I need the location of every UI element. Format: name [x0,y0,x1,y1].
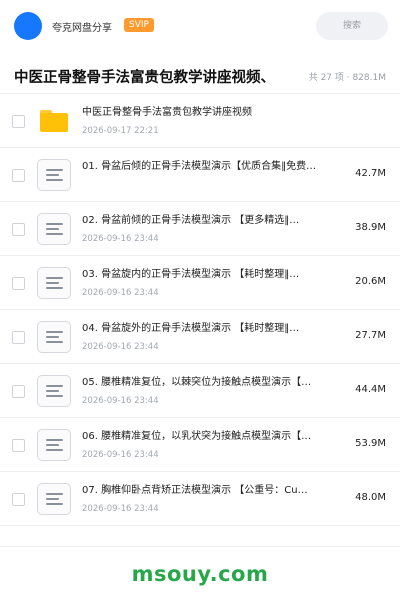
file-date: 2026-09-16 23:44 [82,234,159,244]
list-item[interactable]: 02. 骨盆前倾的正骨手法模型演示 【更多精选‖… 2026-09-16 23:… [0,202,400,256]
watermark: msouy.com [131,562,269,586]
avatar[interactable] [14,12,42,40]
file-name: 01. 骨盆后倾的正骨手法模型演示【优质合集‖免费… [82,161,317,172]
list-item-folder[interactable]: 中医正骨整骨手法富贵包教学讲座视频 2026-09-17 22:21 [0,94,400,148]
checkbox[interactable] [12,169,25,182]
file-name: 03. 骨盆旋内的正骨手法模型演示 【耗时整理‖… [82,269,300,280]
top-bar: 夸克网盘分享 SVIP 搜索 [0,0,400,52]
list-item[interactable]: 03. 骨盆旋内的正骨手法模型演示 【耗时整理‖… 2026-09-16 23:… [0,256,400,310]
list-item[interactable]: 07. 胸椎仰卧点背矫正法模型演示 【公重号：Cu… 2026-09-16 23… [0,472,400,526]
file-date: 2026-09-16 23:44 [82,396,159,406]
file-size: 27.7M [355,330,386,341]
checkbox[interactable] [12,385,25,398]
list-item[interactable]: 06. 腰椎精准复位，以乳状突为接触点模型演示【… 2026-09-16 23:… [0,418,400,472]
svip-badge: SVIP [124,18,154,32]
file-name: 07. 胸椎仰卧点背矫正法模型演示 【公重号：Cu… [82,485,308,496]
file-date: 2026-09-16 23:44 [82,342,159,352]
document-icon [37,267,71,299]
file-size: 38.9M [355,222,386,233]
file-date: 2026-09-16 23:44 [82,288,159,298]
checkbox[interactable] [12,493,25,506]
list-item[interactable]: 01. 骨盆后倾的正骨手法模型演示【优质合集‖免费… 42.7M [0,148,400,202]
file-list: 中医正骨整骨手法富贵包教学讲座视频 2026-09-17 22:21 01. 骨… [0,94,400,526]
file-date: 2026-09-16 23:44 [82,450,159,460]
document-icon [37,429,71,461]
file-size: 48.0M [355,492,386,503]
page-title: 中医正骨整骨手法富贵包教学讲座视频、 [14,70,275,86]
file-name: 05. 腰椎精准复位，以棘突位为接触点模型演示【… [82,377,312,388]
item-count-summary: 共 27 项 · 828.1M [308,73,386,83]
file-date: 2026-09-17 22:21 [82,126,159,136]
file-name: 06. 腰椎精准复位，以乳状突为接触点模型演示【… [82,431,312,442]
checkbox[interactable] [12,277,25,290]
list-item[interactable]: 04. 骨盆旋外的正骨手法模型演示 【耗时整理‖… 2026-09-16 23:… [0,310,400,364]
file-name: 04. 骨盆旋外的正骨手法模型演示 【耗时整理‖… [82,323,300,334]
document-icon [37,321,71,353]
document-icon [37,159,71,191]
file-size: 42.7M [355,168,386,179]
list-item[interactable]: 05. 腰椎精准复位，以棘突位为接触点模型演示【… 2026-09-16 23:… [0,364,400,418]
file-size: 44.4M [355,384,386,395]
document-icon [37,483,71,515]
search-input[interactable]: 搜索 [316,12,388,40]
folder-icon [40,110,68,132]
document-icon [37,213,71,245]
footer-divider [0,546,400,547]
checkbox[interactable] [12,115,25,128]
document-icon [37,375,71,407]
checkbox[interactable] [12,223,25,236]
file-size: 53.9M [355,438,386,449]
file-name: 02. 骨盆前倾的正骨手法模型演示 【更多精选‖… [82,215,300,226]
username: 夸克网盘分享 [52,23,112,34]
file-date: 2026-09-16 23:44 [82,504,159,514]
file-name: 中医正骨整骨手法富贵包教学讲座视频 [82,107,252,118]
checkbox[interactable] [12,439,25,452]
title-bar: 中医正骨整骨手法富贵包教学讲座视频、 共 27 项 · 828.1M [0,58,400,94]
checkbox[interactable] [12,331,25,344]
file-size: 20.6M [355,276,386,287]
